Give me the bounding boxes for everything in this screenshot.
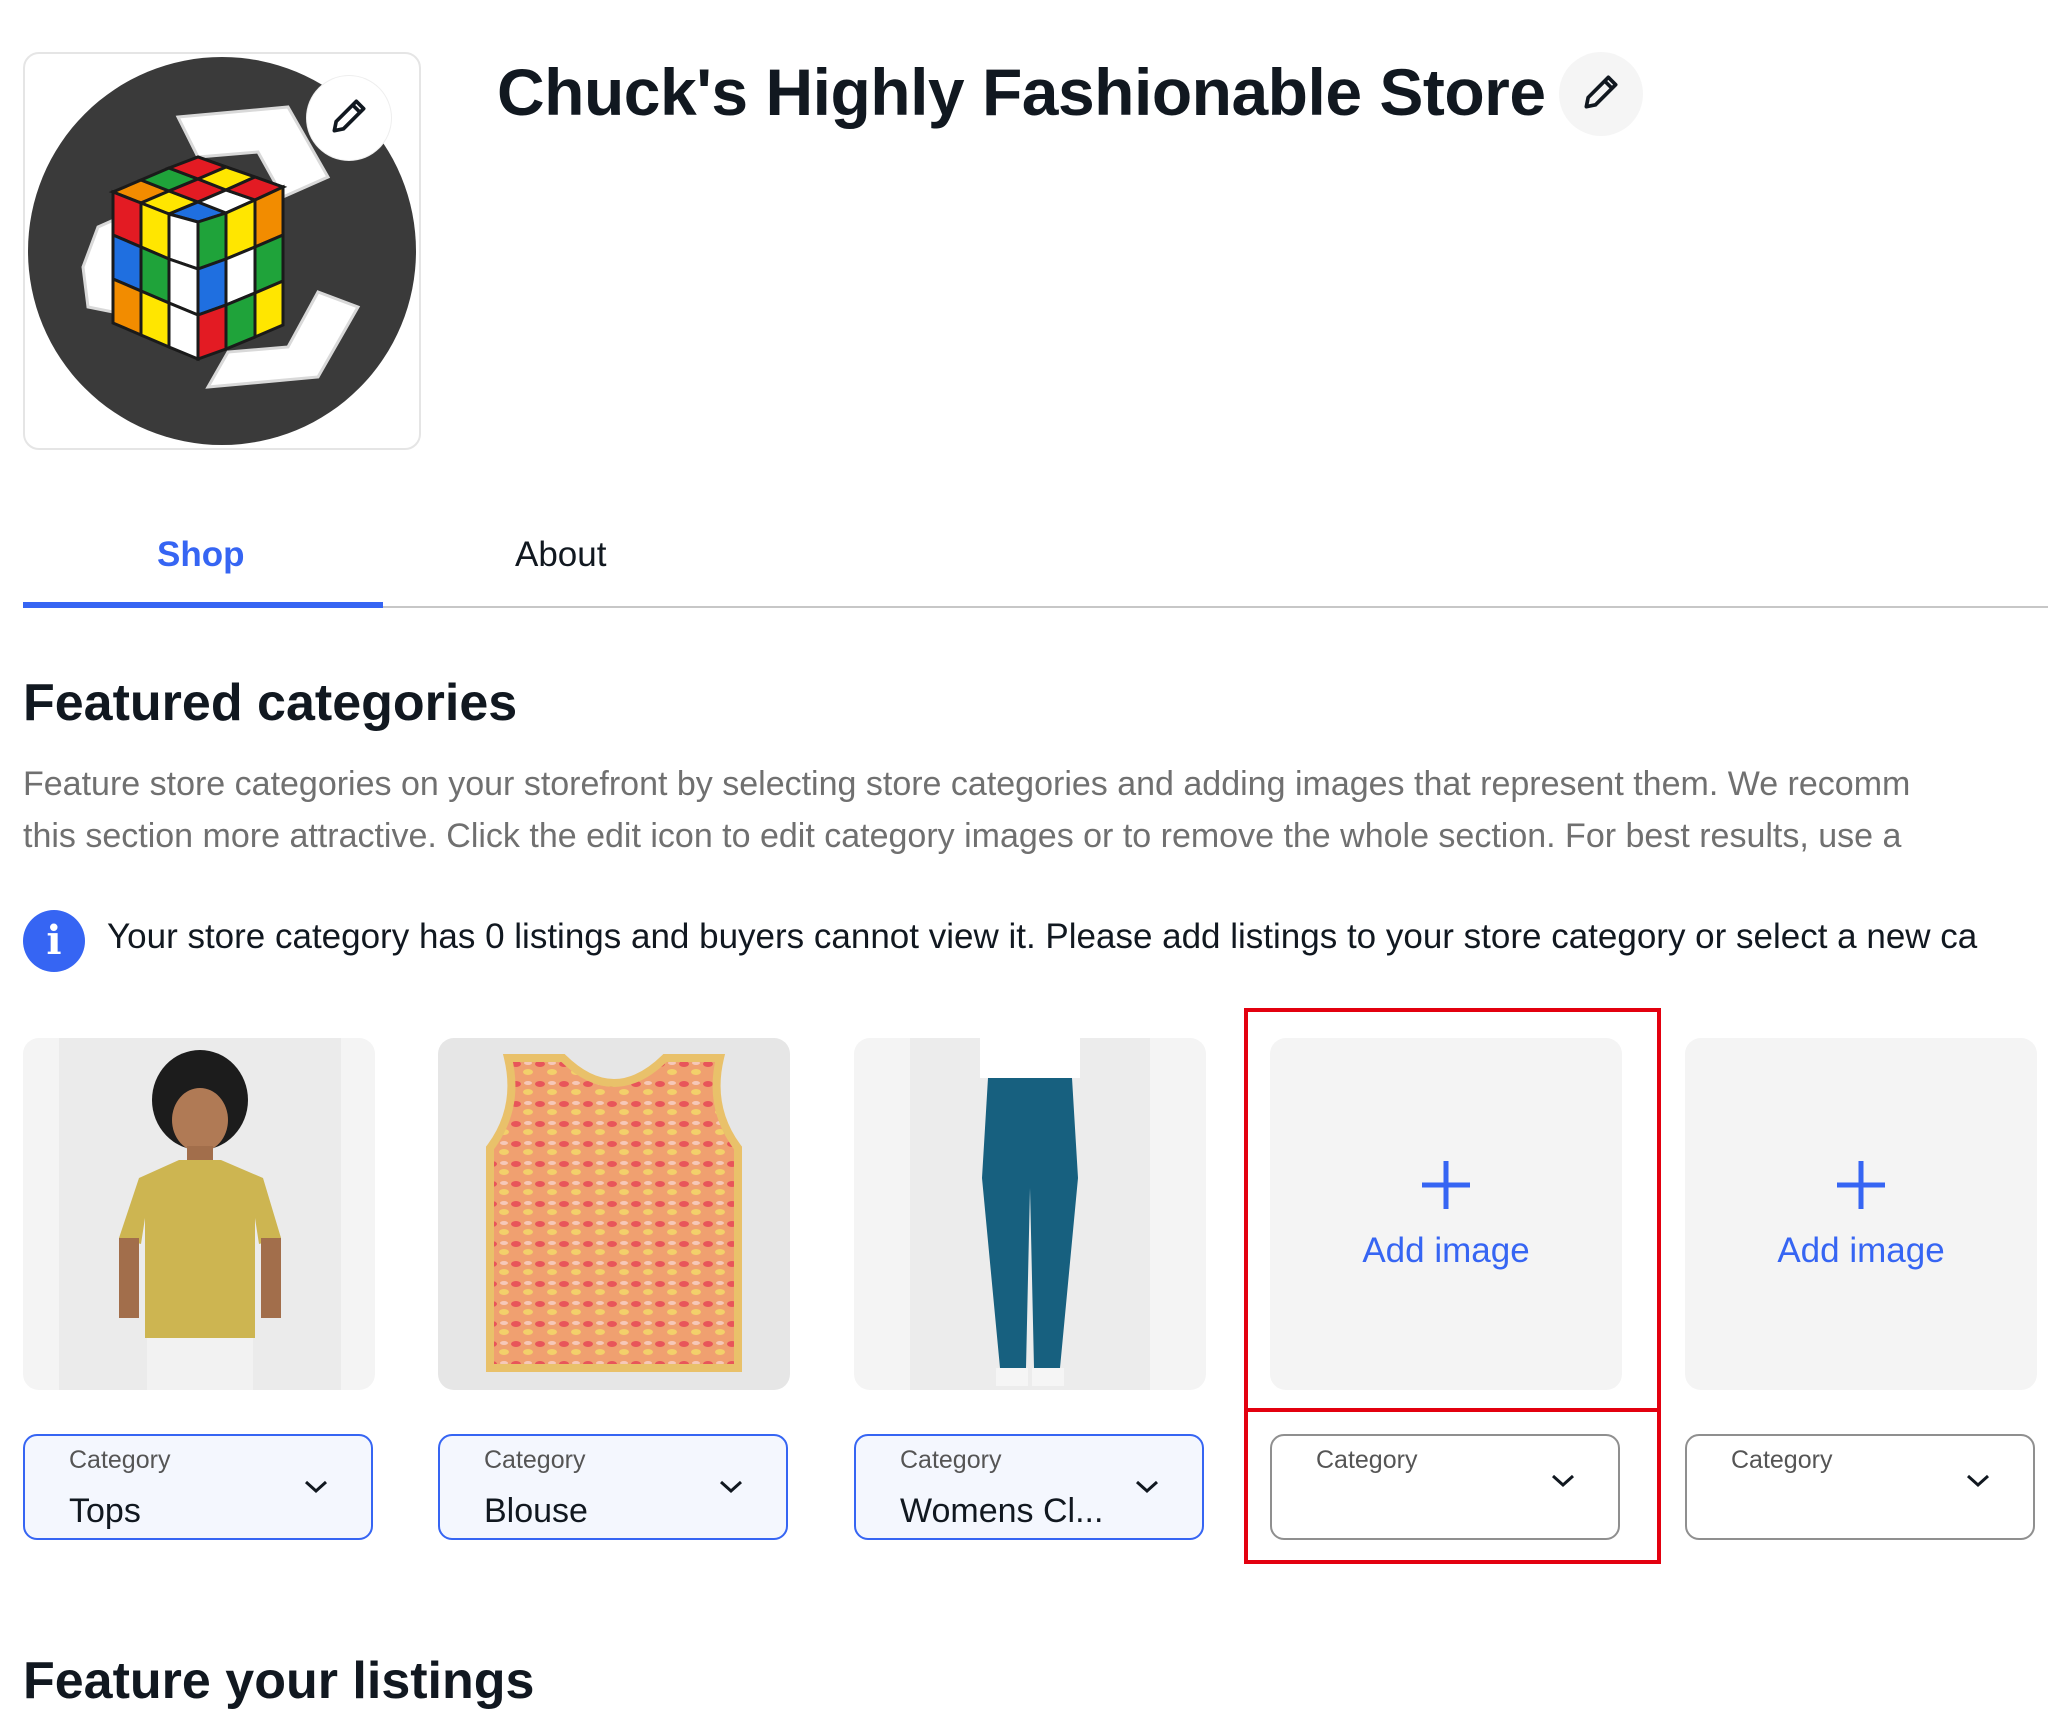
chevron-down-icon — [718, 1478, 744, 1501]
category-select-label: Category — [69, 1446, 171, 1474]
tab-about[interactable]: About — [515, 530, 606, 580]
description-line-2: this section more attractive. Click the … — [23, 817, 1902, 855]
category-select-label: Category — [1731, 1446, 1833, 1474]
highlight-box — [1244, 1008, 1661, 1564]
category-image-tile[interactable] — [23, 1038, 375, 1390]
category-image-tile[interactable] — [854, 1038, 1206, 1390]
chevron-down-icon — [303, 1478, 329, 1501]
featured-categories-title: Featured categories — [23, 674, 518, 732]
chevron-down-icon — [1965, 1472, 1991, 1495]
knit-vest-top — [438, 1038, 790, 1390]
category-select[interactable]: Category Tops — [23, 1434, 373, 1540]
featured-description: Feature store categories on your storefr… — [23, 758, 2048, 862]
add-image-label: Add image — [1777, 1231, 1945, 1270]
category-select-value: Blouse — [484, 1492, 588, 1530]
category-select-value: Womens Cl... — [900, 1492, 1104, 1530]
chevron-down-icon — [1134, 1478, 1160, 1501]
highlight-divider — [1244, 1408, 1661, 1412]
pencil-icon — [1579, 70, 1623, 119]
category-select[interactable]: Category Womens Cl... — [854, 1434, 1204, 1540]
plus-icon — [1833, 1157, 1889, 1213]
feature-listings-title: Feature your listings — [23, 1652, 535, 1710]
category-image-tile[interactable] — [438, 1038, 790, 1390]
info-icon: i — [23, 910, 85, 972]
add-image-button[interactable]: Add image — [1685, 1038, 2037, 1390]
edit-title-button[interactable] — [1559, 52, 1643, 136]
description-line-1: Feature store categories on your storefr… — [23, 765, 1911, 803]
active-tab-indicator — [23, 602, 383, 608]
teal-scrub-pants — [910, 1038, 1150, 1390]
category-select[interactable]: Category — [1685, 1434, 2035, 1540]
add-image-tile[interactable]: Add image — [1685, 1038, 2037, 1390]
info-banner: i Your store category has 0 listings and… — [23, 910, 2048, 974]
info-message: Your store category has 0 listings and b… — [107, 917, 1978, 956]
store-title: Chuck's Highly Fashionable Store — [497, 55, 1546, 129]
yellow-tshirt-model — [59, 1038, 341, 1390]
edit-logo-button[interactable] — [307, 76, 391, 160]
category-select-label: Category — [900, 1446, 1002, 1474]
category-select[interactable]: Category Blouse — [438, 1434, 788, 1540]
pencil-icon — [327, 94, 371, 143]
tab-shop[interactable]: Shop — [157, 530, 244, 580]
category-select-value: Tops — [69, 1492, 141, 1530]
category-select-label: Category — [484, 1446, 586, 1474]
